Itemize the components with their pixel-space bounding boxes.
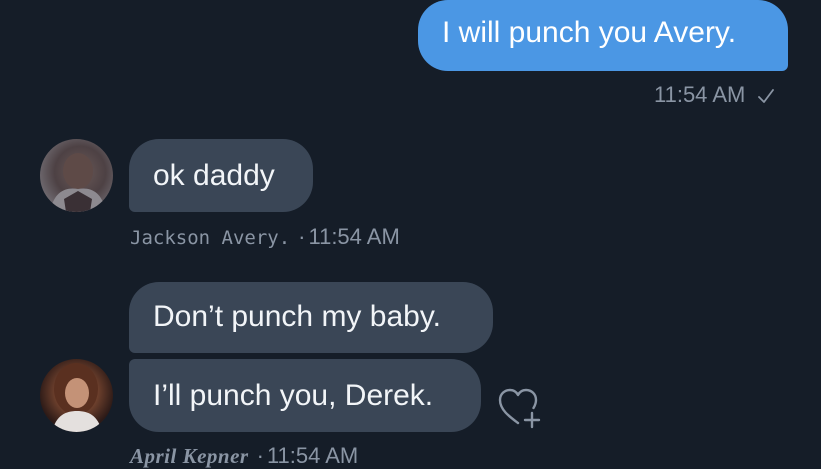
avatar-jackson[interactable] [40,139,113,212]
check-icon [758,89,775,104]
april-message-text-1: Don’t punch my baby. [153,300,441,333]
message-thread: I will punch you Avery. 11:54 AM ok dadd… [0,0,821,468]
avatar-jackson-image [50,153,106,212]
sent-message-time: 11:54 AM [654,82,746,107]
meta-separator: · [298,224,306,249]
meta-separator: · [256,443,264,468]
jackson-message-time: 11:54 AM [308,224,400,249]
april-message-time: 11:54 AM [266,443,359,468]
jackson-sender-name[interactable]: Jackson Avery. [130,227,290,249]
april-sender-name[interactable]: April Kepner [130,444,249,468]
jackson-message-bubble[interactable]: ok daddy [129,139,313,212]
sent-message-bubble[interactable]: I will punch you Avery. [418,0,788,71]
avatar-april[interactable] [40,359,113,432]
april-message-text-2: I’ll punch you, Derek. [153,379,434,412]
sent-message-meta: 11:54 AM [654,82,775,108]
jackson-message-text: ok daddy [153,159,275,192]
sent-message-text: I will punch you Avery. [442,16,737,49]
april-message-bubble-1[interactable]: Don’t punch my baby. [129,282,493,353]
april-message-meta: April Kepner · 11:54 AM [130,443,358,469]
heart-add-icon[interactable] [496,387,542,429]
april-message-bubble-2[interactable]: I’ll punch you, Derek. [129,359,481,432]
jackson-message-meta: Jackson Avery. · 11:54 AM [130,224,400,250]
avatar-april-image [52,363,102,432]
